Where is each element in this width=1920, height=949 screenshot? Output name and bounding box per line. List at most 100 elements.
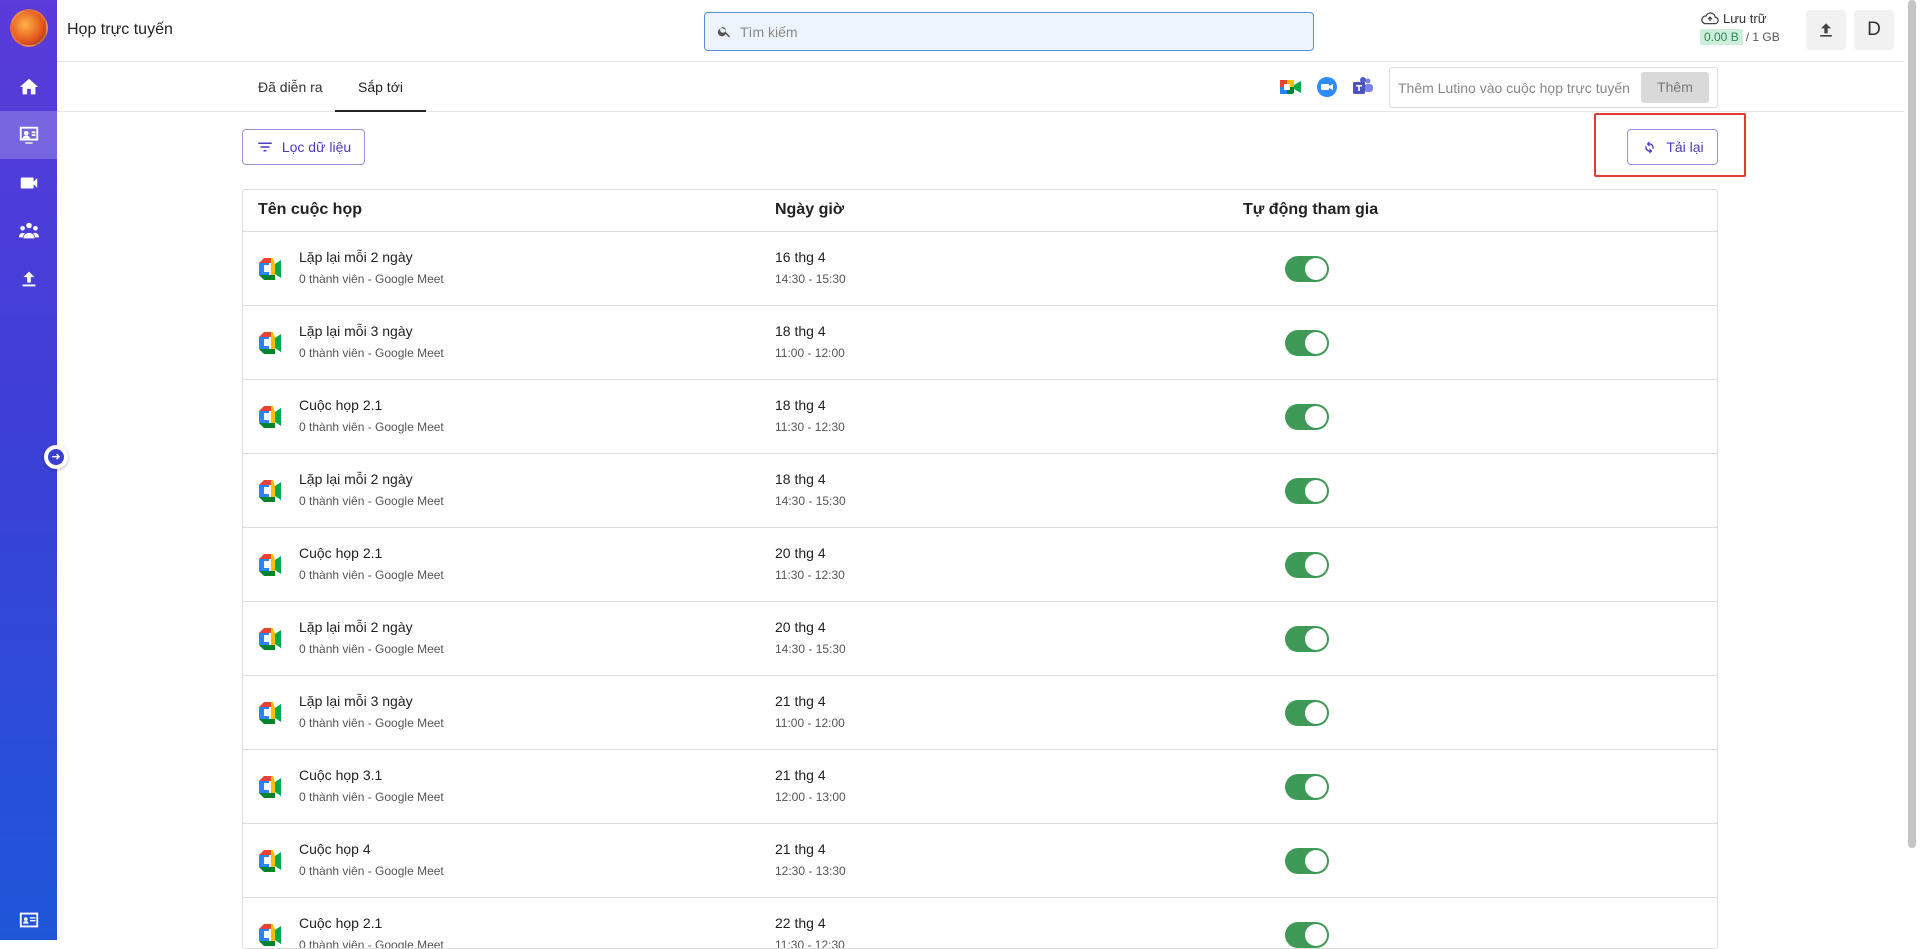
filter-button[interactable]: Lọc dữ liệu bbox=[242, 129, 365, 165]
table-body: Lặp lại mỗi 2 ngày 0 thành viên - Google … bbox=[243, 232, 1717, 948]
avatar: D bbox=[1867, 19, 1881, 40]
meeting-title[interactable]: Cuộc họp 2.1 bbox=[299, 545, 382, 561]
filter-icon bbox=[258, 142, 272, 152]
zoom-icon[interactable] bbox=[1316, 76, 1338, 98]
filter-label: Lọc dữ liệu bbox=[281, 139, 352, 155]
sidebar bbox=[0, 0, 57, 940]
auto-join-toggle[interactable] bbox=[1285, 478, 1329, 504]
video-icon bbox=[20, 177, 37, 189]
meeting-date: 21 thg 4 bbox=[775, 767, 826, 783]
meeting-subtitle: 0 thành viên - Google Meet bbox=[299, 716, 444, 730]
team-icon bbox=[18, 222, 39, 239]
google-meet-icon bbox=[257, 848, 283, 874]
column-header-datetime[interactable]: Ngày giờ bbox=[775, 201, 844, 219]
auto-join-toggle[interactable] bbox=[1285, 700, 1329, 726]
top-bar: Họp trực tuyến Lưu trữ 0.00 B / 1 GB D bbox=[57, 0, 1904, 62]
meeting-title[interactable]: Lặp lại mỗi 2 ngày bbox=[299, 249, 413, 265]
storage-label: Lưu trữ bbox=[1723, 10, 1767, 26]
auto-join-toggle[interactable] bbox=[1285, 256, 1329, 282]
table-row[interactable]: Cuộc họp 2.1 0 thành viên - Google Meet 20… bbox=[243, 528, 1717, 602]
meeting-subtitle: 0 thành viên - Google Meet bbox=[299, 346, 444, 360]
meeting-date: 20 thg 4 bbox=[775, 619, 826, 635]
sidebar-item-profile-card[interactable] bbox=[0, 896, 57, 944]
auto-join-toggle[interactable] bbox=[1285, 552, 1329, 578]
sidebar-item-team[interactable] bbox=[0, 207, 57, 255]
table-row[interactable]: Lặp lại mỗi 2 ngày 0 thành viên - Google … bbox=[243, 454, 1717, 528]
google-meet-icon bbox=[257, 552, 283, 578]
sidebar-item-meetings[interactable] bbox=[0, 111, 57, 159]
sidebar-item-video[interactable] bbox=[0, 159, 57, 207]
reload-button[interactable]: Tải lại bbox=[1627, 129, 1718, 165]
meeting-subtitle: 0 thành viên - Google Meet bbox=[299, 420, 444, 434]
google-meet-icon[interactable] bbox=[1280, 76, 1302, 98]
auto-join-toggle[interactable] bbox=[1285, 774, 1329, 800]
auto-join-toggle[interactable] bbox=[1285, 330, 1329, 356]
auto-join-toggle[interactable] bbox=[1285, 922, 1329, 948]
google-meet-icon bbox=[257, 774, 283, 800]
meeting-time: 12:00 - 13:00 bbox=[775, 790, 846, 804]
meeting-time: 11:00 - 12:00 bbox=[775, 346, 845, 360]
table-row[interactable]: Lặp lại mỗi 2 ngày 0 thành viên - Google … bbox=[243, 232, 1717, 306]
table-row[interactable]: Lặp lại mỗi 3 ngày 0 thành viên - Google … bbox=[243, 676, 1717, 750]
meeting-time: 14:30 - 15:30 bbox=[775, 642, 846, 656]
auto-join-toggle[interactable] bbox=[1285, 404, 1329, 430]
meeting-time: 11:00 - 12:00 bbox=[775, 716, 845, 730]
meeting-title[interactable]: Lặp lại mỗi 2 ngày bbox=[299, 619, 413, 635]
app-logo[interactable] bbox=[10, 9, 48, 47]
column-header-name[interactable]: Tên cuộc họp bbox=[258, 201, 362, 219]
google-meet-icon bbox=[257, 626, 283, 652]
upload-button[interactable] bbox=[1806, 10, 1846, 50]
reload-label: Tải lại bbox=[1666, 139, 1704, 155]
table-row[interactable]: Cuộc họp 2.1 0 thành viên - Google Meet 22… bbox=[243, 898, 1717, 948]
arrow-right-icon: ➜ bbox=[48, 449, 64, 465]
meeting-url-input[interactable] bbox=[1398, 79, 1641, 96]
meeting-subtitle: 0 thành viên - Google Meet bbox=[299, 568, 444, 582]
page-title: Họp trực tuyến bbox=[67, 21, 173, 38]
sidebar-expand-button[interactable]: ➜ bbox=[44, 445, 68, 469]
meeting-subtitle: 0 thành viên - Google Meet bbox=[299, 642, 444, 656]
google-meet-icon bbox=[257, 256, 283, 282]
meeting-date: 21 thg 4 bbox=[775, 841, 826, 857]
google-meet-icon bbox=[257, 330, 283, 356]
search-input[interactable] bbox=[740, 23, 1300, 40]
table-row[interactable]: Cuộc họp 4 0 thành viên - Google Meet 21 t… bbox=[243, 824, 1717, 898]
auto-join-toggle[interactable] bbox=[1285, 626, 1329, 652]
table-row[interactable]: Lặp lại mỗi 3 ngày 0 thành viên - Google … bbox=[243, 306, 1717, 380]
meeting-date: 16 thg 4 bbox=[775, 249, 826, 265]
table-header: Tên cuộc họp Ngày giờ Tự động tham gia bbox=[243, 190, 1717, 232]
sidebar-item-home[interactable] bbox=[0, 63, 57, 111]
meetings-table: Tên cuộc họp Ngày giờ Tự động tham gia L… bbox=[242, 189, 1718, 949]
meeting-title[interactable]: Lặp lại mỗi 2 ngày bbox=[299, 471, 413, 487]
add-bot-button[interactable]: Thêm bbox=[1641, 72, 1709, 103]
tab-past[interactable]: Đã diễn ra bbox=[235, 62, 346, 112]
table-row[interactable]: Lặp lại mỗi 2 ngày 0 thành viên - Google … bbox=[243, 602, 1717, 676]
user-avatar-button[interactable]: D bbox=[1854, 10, 1894, 50]
meeting-title[interactable]: Cuộc họp 3.1 bbox=[299, 767, 382, 783]
meeting-title[interactable]: Cuộc họp 2.1 bbox=[299, 397, 382, 413]
search-box[interactable] bbox=[704, 12, 1314, 51]
meeting-title[interactable]: Cuộc họp 4 bbox=[299, 841, 371, 857]
table-row[interactable]: Cuộc họp 3.1 0 thành viên - Google Meet 21… bbox=[243, 750, 1717, 824]
storage-indicator[interactable]: Lưu trữ 0.00 B / 1 GB bbox=[1700, 10, 1790, 45]
meeting-title[interactable]: Cuộc họp 2.1 bbox=[299, 915, 382, 931]
sidebar-item-upload[interactable] bbox=[0, 255, 57, 303]
meeting-time: 11:30 - 12:30 bbox=[775, 420, 845, 434]
column-header-auto-join: Tự động tham gia bbox=[1243, 201, 1379, 218]
meeting-time: 14:30 - 15:30 bbox=[775, 494, 846, 508]
page-scrollbar[interactable] bbox=[1908, 0, 1916, 848]
ms-teams-icon[interactable] bbox=[1352, 76, 1374, 98]
google-meet-icon bbox=[257, 404, 283, 430]
search-icon bbox=[717, 27, 730, 38]
upload-icon bbox=[22, 271, 35, 287]
add-bot-form: Thêm bbox=[1389, 67, 1718, 108]
meeting-title[interactable]: Lặp lại mỗi 3 ngày bbox=[299, 693, 413, 709]
table-row[interactable]: Cuộc họp 2.1 0 thành viên - Google Meet 18… bbox=[243, 380, 1717, 454]
meeting-subtitle: 0 thành viên - Google Meet bbox=[299, 272, 444, 286]
google-meet-icon bbox=[257, 922, 283, 948]
auto-join-toggle[interactable] bbox=[1285, 848, 1329, 874]
meeting-date: 18 thg 4 bbox=[775, 397, 826, 413]
tab-upcoming[interactable]: Sắp tới bbox=[335, 62, 426, 112]
meeting-title[interactable]: Lặp lại mỗi 3 ngày bbox=[299, 323, 413, 339]
meeting-subtitle: 0 thành viên - Google Meet bbox=[299, 790, 444, 804]
meeting-date: 18 thg 4 bbox=[775, 471, 826, 487]
